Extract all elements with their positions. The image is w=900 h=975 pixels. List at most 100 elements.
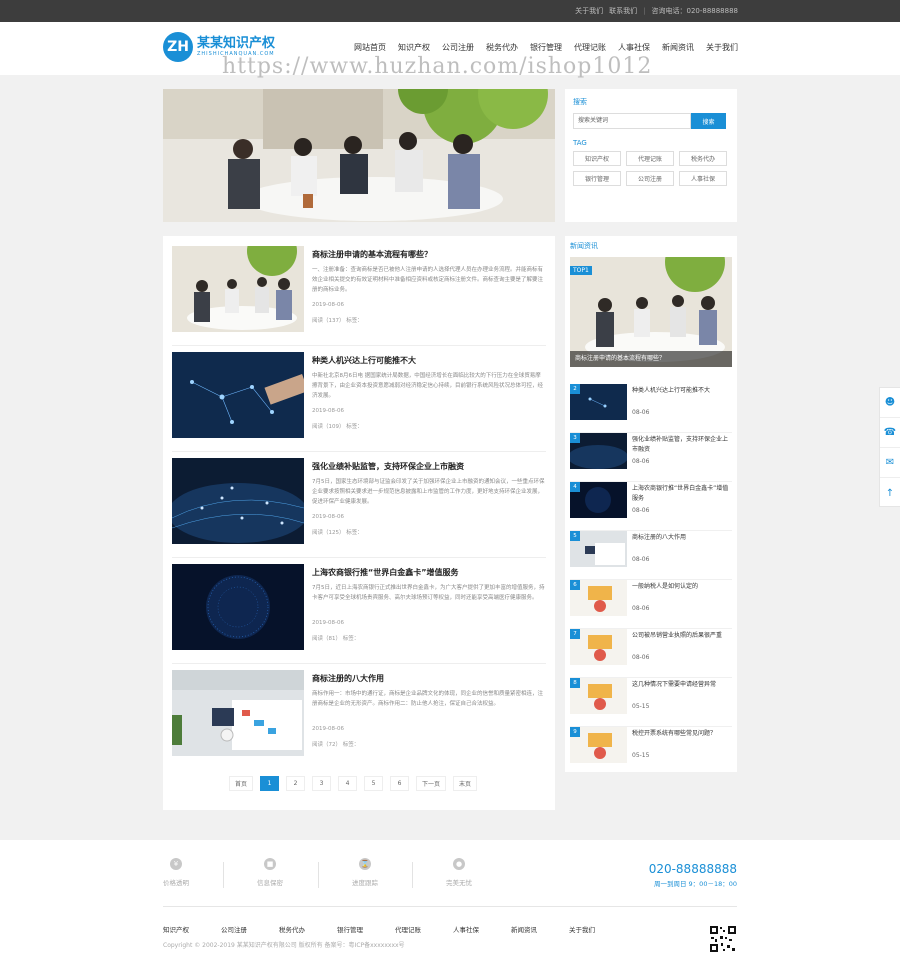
nav-item-tax[interactable]: 税务代办: [486, 42, 518, 53]
nav-item-home[interactable]: 网站首页: [354, 42, 386, 53]
tag-item[interactable]: 人事社保: [679, 171, 727, 186]
footer-hotline-number: 020-88888888: [648, 862, 737, 876]
nav-item-news[interactable]: 新闻资讯: [662, 42, 694, 53]
nav-item-accounting[interactable]: 代理记账: [574, 42, 606, 53]
news-rank: 8: [570, 678, 580, 688]
article-item[interactable]: 上海农商银行推“世界白金鑫卡”增值服务 7月5日，近日上海农商银行正式推出世界白…: [172, 564, 546, 664]
article-item[interactable]: 商标注册申请的基本流程有哪些？ 一、注册准备：查询商标是否已被他人注册申请的人选…: [172, 246, 546, 346]
page-4[interactable]: 4: [338, 776, 358, 791]
article-date: 2019-08-06: [312, 302, 344, 308]
nav-item-bank[interactable]: 银行管理: [530, 42, 562, 53]
article-thumbnail[interactable]: [172, 246, 304, 332]
news-item[interactable]: 3 强化业绩补贴监管，支持环保企业上市融资 08-06: [570, 433, 732, 482]
nav-item-company[interactable]: 公司注册: [442, 42, 474, 53]
news-item-title[interactable]: 上海农商银行推“世界白金鑫卡”增值服务: [632, 484, 732, 504]
search-input[interactable]: 搜索关键词: [573, 113, 691, 129]
article-title[interactable]: 商标注册的八大作用: [312, 673, 384, 684]
article-date: 2019-08-06: [312, 620, 344, 626]
article-thumbnail[interactable]: [172, 458, 304, 544]
news-rank: 4: [570, 482, 580, 492]
nav-item-ip[interactable]: 知识产权: [398, 42, 430, 53]
footer-link[interactable]: 关于我们: [569, 924, 627, 934]
contact-link[interactable]: 联系我们: [609, 6, 637, 16]
floating-toolbar: ☻ ☎ ✉ ↑: [879, 387, 900, 507]
hotline-number: 020-88888888: [686, 7, 738, 15]
footer-link[interactable]: 公司注册: [221, 924, 279, 934]
footer-link[interactable]: 知识产权: [163, 924, 221, 934]
page-2[interactable]: 2: [286, 776, 306, 791]
news-item[interactable]: 2 种类人机兴达上行可能推不大 08-06: [570, 384, 732, 433]
article-thumbnail[interactable]: [172, 670, 304, 756]
news-item-title[interactable]: 这几种情况下需要申请经营异常: [632, 680, 732, 690]
article-item[interactable]: 强化业绩补贴监管，支持环保企业上市融资 7月5日，国家生态环境部与证监会印发了关…: [172, 458, 546, 558]
footer-link[interactable]: 税务代办: [279, 924, 337, 934]
news-item-title[interactable]: 公司被吊销营业执照的后果很严重: [632, 631, 732, 641]
news-item-title[interactable]: 种类人机兴达上行可能推不大: [632, 386, 732, 396]
search-button[interactable]: 搜索: [691, 113, 726, 129]
news-item[interactable]: 6 一般纳税人是如何认定的 08-06: [570, 580, 732, 629]
nav-item-about[interactable]: 关于我们: [706, 42, 738, 53]
tag-item[interactable]: 公司注册: [626, 171, 674, 186]
top1-caption: 商标注册申请的基本流程有哪些？: [570, 351, 732, 367]
page-3[interactable]: 3: [312, 776, 332, 791]
news-item-title[interactable]: 税控开票系统有哪些常见问题？: [632, 729, 732, 739]
footer-links: 知识产权 公司注册 税务代办 银行管理 代理记账 人事社保 新闻资讯 关于我们: [163, 924, 627, 934]
article-thumbnail[interactable]: [172, 352, 304, 438]
back-to-top-icon[interactable]: ↑: [880, 478, 900, 508]
tag-item[interactable]: 知识产权: [573, 151, 621, 166]
article-desc: 商标作用一：市场中的通行证，商标是企业品牌文化的体现，同企业的信誉和质量紧密相连…: [312, 691, 544, 707]
news-item[interactable]: 7 公司被吊销营业执照的后果很严重 08-06: [570, 629, 732, 678]
news-item[interactable]: 5 商标注册的八大作用 08-06: [570, 531, 732, 580]
watermark-text: https://www.huzhan.com/ishop1012: [222, 54, 653, 79]
article-desc: 7月5日，国家生态环境部与证监会印发了关于加强环保企业上市融资的通知会议，一些重…: [312, 479, 545, 505]
news-item[interactable]: 4 上海农商银行推“世界白金鑫卡”增值服务 08-06: [570, 482, 732, 531]
divider: [318, 862, 319, 888]
divider: [412, 862, 413, 888]
article-item[interactable]: 商标注册的八大作用 商标作用一：市场中的通行证，商标是企业品牌文化的体现，同企业…: [172, 670, 546, 770]
news-rank: 7: [570, 629, 580, 639]
article-date: 2019-08-06: [312, 408, 344, 414]
news-item-date: 08-06: [632, 556, 650, 563]
article-meta: 阅读（109） 标签：: [312, 424, 363, 430]
footer-link[interactable]: 新闻资讯: [511, 924, 569, 934]
news-item-date: 05-15: [632, 752, 650, 759]
footer-link[interactable]: 代理记账: [395, 924, 453, 934]
nav-item-hr[interactable]: 人事社保: [618, 42, 650, 53]
tag-item[interactable]: 税务代办: [679, 151, 727, 166]
article-title[interactable]: 商标注册申请的基本流程有哪些？: [312, 249, 432, 260]
lock-icon: ■: [264, 858, 276, 870]
news-item[interactable]: 9 税控开票系统有哪些常见问题？ 05-15: [570, 727, 732, 776]
news-item-title[interactable]: 商标注册的八大作用: [632, 533, 732, 543]
banner-image[interactable]: [163, 89, 555, 222]
page-last[interactable]: 末页: [453, 776, 478, 791]
chat-icon[interactable]: ✉: [880, 448, 900, 478]
news-item-title[interactable]: 强化业绩补贴监管，支持环保企业上市融资: [632, 435, 732, 455]
page-first[interactable]: 首页: [229, 776, 254, 791]
about-link[interactable]: 关于我们: [575, 6, 603, 16]
page-next[interactable]: 下一页: [416, 776, 447, 791]
article-meta: 阅读（125） 标签：: [312, 530, 363, 536]
feature-item: ● 完美无忧: [429, 858, 489, 887]
article-title[interactable]: 种类人机兴达上行可能推不大: [312, 355, 416, 366]
article-title[interactable]: 上海农商银行推“世界白金鑫卡”增值服务: [312, 567, 459, 578]
footer-link[interactable]: 人事社保: [453, 924, 511, 934]
article-title[interactable]: 强化业绩补贴监管，支持环保企业上市融资: [312, 461, 464, 472]
page-6[interactable]: 6: [390, 776, 410, 791]
news-item-title[interactable]: 一般纳税人是如何认定的: [632, 582, 732, 592]
news-item[interactable]: 8 这几种情况下需要申请经营异常 05-15: [570, 678, 732, 727]
tag-item[interactable]: 银行管理: [573, 171, 621, 186]
article-item[interactable]: 种类人机兴达上行可能推不大 中新社北京8月6日电 据国家统计局数据，中国经济增长…: [172, 352, 546, 452]
hotline-label: 咨询电话：: [651, 7, 687, 15]
news-title: 新闻资讯: [570, 242, 598, 250]
user-icon[interactable]: ☻: [880, 388, 900, 418]
article-thumbnail[interactable]: [172, 564, 304, 650]
article-desc: 7月5日，近日上海农商银行正式推出世界白金鑫卡，为广大客户提供了更加丰富的增值服…: [312, 585, 545, 601]
page-1[interactable]: 1: [260, 776, 280, 791]
footer-link[interactable]: 银行管理: [337, 924, 395, 934]
tag-item[interactable]: 代理记账: [626, 151, 674, 166]
news-item-date: 08-06: [632, 458, 650, 465]
top1-news[interactable]: TOP1 商标注册申请的基本流程有哪些？: [570, 257, 732, 367]
phone-icon[interactable]: ☎: [880, 418, 900, 448]
logo-mark-icon: ZH: [163, 32, 193, 62]
page-5[interactable]: 5: [364, 776, 384, 791]
